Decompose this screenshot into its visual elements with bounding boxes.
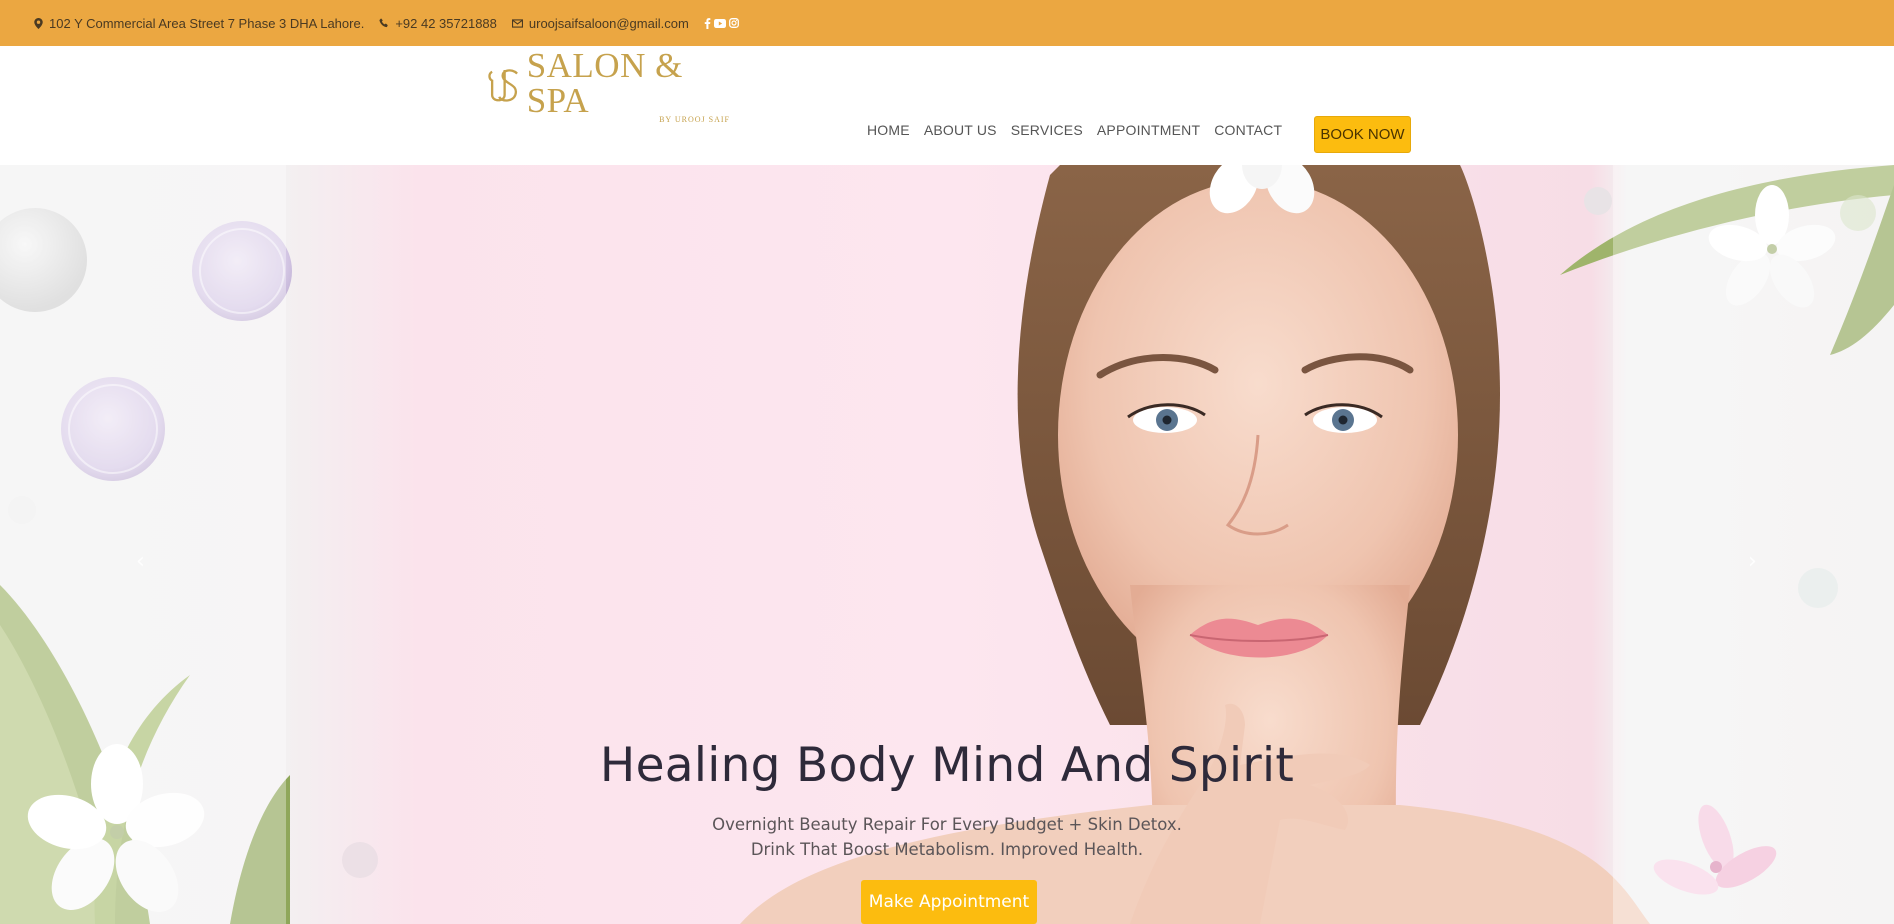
hero-title: Healing Body Mind And Spirit <box>599 738 1295 793</box>
hero-slider: ‹ › Healing Body Mind And Spirit Overnig… <box>0 165 1894 924</box>
location-pin-icon <box>34 17 43 29</box>
email-text[interactable]: uroojsaifsaloon@gmail.com <box>529 16 689 31</box>
logo-subtitle: BY UROOJ SAIF <box>659 115 730 124</box>
nav-services[interactable]: SERVICES <box>1011 122 1083 138</box>
slider-prev-arrow-icon[interactable]: ‹ <box>136 549 145 574</box>
address-info: 102 Y Commercial Area Street 7 Phase 3 D… <box>34 16 364 31</box>
slider-left-overlay <box>0 165 286 924</box>
youtube-icon[interactable] <box>713 18 726 28</box>
address-text: 102 Y Commercial Area Street 7 Phase 3 D… <box>49 15 365 31</box>
envelope-icon <box>511 18 523 28</box>
site-header <box>0 46 1894 165</box>
logo-title: SALON & SPA <box>526 46 683 120</box>
site-logo[interactable]: SALON & SPA BY UROOJ SAIF <box>485 48 730 124</box>
logo-mark <box>488 69 518 102</box>
make-appointment-button[interactable]: Make Appointment <box>861 880 1037 924</box>
main-nav: HOME ABOUT US SERVICES APPOINTMENT CONTA… <box>867 122 1282 138</box>
phone-icon <box>379 18 389 28</box>
slider-next-arrow-icon[interactable]: › <box>1748 549 1757 574</box>
hero-subtitle-line1: Overnight Beauty Repair For Every Budget… <box>712 815 1182 834</box>
nav-contact[interactable]: CONTACT <box>1214 122 1282 138</box>
nav-about-us[interactable]: ABOUT US <box>924 122 997 138</box>
phone-text[interactable]: +92 42 35721888 <box>395 16 497 31</box>
nav-home[interactable]: HOME <box>867 122 910 138</box>
top-info-bar: 102 Y Commercial Area Street 7 Phase 3 D… <box>0 0 1894 46</box>
slider-right-overlay <box>1613 165 1894 924</box>
email-info[interactable]: uroojsaifsaloon@gmail.com <box>511 16 689 31</box>
book-now-button[interactable]: BOOK NOW <box>1314 116 1411 153</box>
instagram-icon[interactable] <box>728 18 739 28</box>
nav-appointment[interactable]: APPOINTMENT <box>1097 122 1200 138</box>
facebook-icon[interactable] <box>704 17 711 29</box>
social-links <box>704 17 739 29</box>
hero-subtitle-line2: Drink That Boost Metabolism. Improved He… <box>750 840 1144 859</box>
phone-info[interactable]: +92 42 35721888 <box>379 16 497 31</box>
